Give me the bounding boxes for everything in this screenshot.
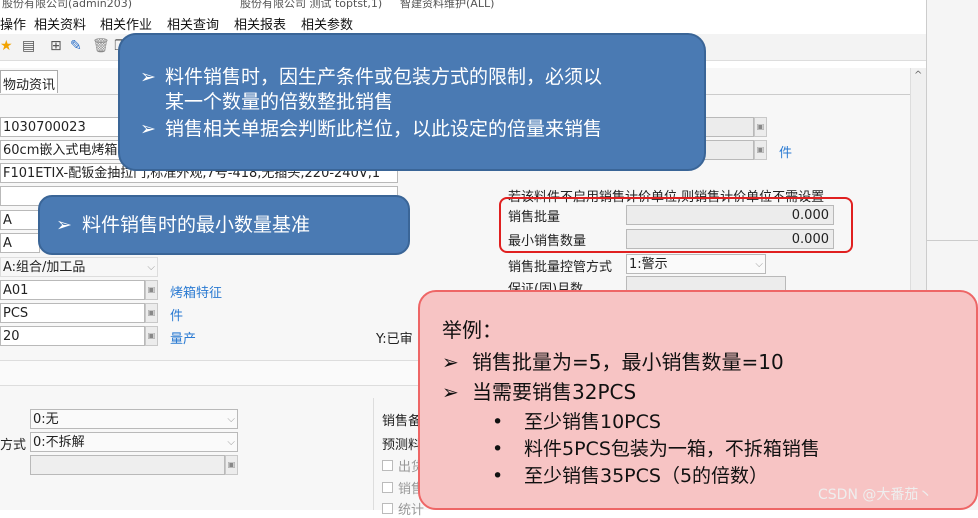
item-name-field[interactable]: 60cm嵌入式电烤箱 [0, 140, 125, 160]
chevron-down-icon: ⌵ [147, 262, 155, 273]
qty-field[interactable]: 20 [0, 326, 145, 346]
feature-code-field[interactable]: A01 [0, 280, 145, 300]
unit-field[interactable]: PCS [0, 303, 145, 323]
menu-item-related-params[interactable]: 相关参数 [301, 14, 353, 33]
window-title-mid: 股份有限公司 测试 toptst,1) [240, 0, 383, 10]
sales-checkbox[interactable] [382, 482, 393, 493]
highlight-box [499, 197, 853, 253]
add-icon[interactable]: ⊞ [50, 38, 62, 54]
delete-icon[interactable]: 🗑 [92, 38, 110, 54]
option1-value: 0:无 [33, 412, 59, 427]
menu-bar: 操作 相关资料 相关作业 相关查询 相关报表 相关参数 [0, 10, 978, 34]
window-title-right: 智建资料维护(ALL) [400, 0, 495, 10]
menu-item-related-query[interactable]: 相关查询 [167, 14, 219, 33]
side-divider [927, 240, 978, 241]
watermark: CSDN @大番茄丶 [818, 487, 933, 503]
batch-ctrl-select[interactable]: 1:警示 ⌵ [626, 254, 766, 274]
example-title: 举例： [442, 318, 502, 342]
menu-item-related-jobs[interactable]: 相关作业 [100, 14, 152, 33]
right-unit-label: 件 [779, 146, 793, 161]
code-a2-field[interactable]: A [0, 233, 40, 253]
picker-icon[interactable]: ▣ [754, 117, 767, 137]
dot-icon: • [492, 465, 504, 487]
callout-line-2: 某一个数量的倍数整批销售 [165, 91, 394, 113]
chevron-down-icon: ⌵ [227, 437, 235, 448]
bullet-icon: ➢ [140, 118, 156, 140]
bullet-icon: ➢ [442, 380, 459, 404]
item-type-select[interactable]: A:组合/加工品 ⌵ [0, 257, 158, 277]
callout-line-1: 料件销售时，因生产条件或包装方式的限制，必须以 [165, 66, 603, 88]
disabled-field [30, 455, 225, 475]
chevron-down-icon: ⌵ [755, 259, 763, 270]
status-text: Y:已审 [376, 332, 413, 347]
picker-icon[interactable]: ▣ [754, 140, 767, 160]
ship-checkbox[interactable] [382, 460, 393, 471]
bullet-icon: ➢ [442, 350, 459, 374]
menu-item-related-data[interactable]: 相关资料 [34, 14, 86, 33]
example-callout: 举例： ➢ 销售批量为=5，最小销售数量=10 ➢ 当需要销售32PCS • 至… [418, 290, 978, 510]
unit-label: 件 [170, 309, 184, 324]
callout-min-qty-text: 料件销售时的最小数量基准 [82, 214, 311, 236]
list-icon[interactable]: ▤ [22, 38, 35, 54]
split-label: 方式 [0, 438, 27, 453]
example-sub-1: 至少销售10PCS [524, 411, 661, 433]
picker-icon[interactable]: ▣ [225, 455, 238, 475]
edit-icon[interactable]: ✎ [70, 38, 82, 54]
picker-icon[interactable]: ▣ [145, 326, 158, 346]
forecast-label: 预测料 [382, 438, 422, 453]
bullet-icon: ➢ [56, 214, 72, 236]
callout-batch-description: ➢ 料件销售时，因生产条件或包装方式的限制，必须以 某一个数量的倍数整批销售 ➢… [118, 33, 706, 171]
item-no-field[interactable]: 1030700023 [0, 117, 125, 137]
picker-icon[interactable]: ▣ [145, 303, 158, 323]
tab-movement-info-label: 物动资讯 [3, 78, 56, 93]
callout-line-3: 销售相关单据会判断此栏位，以此设定的倍量来销售 [165, 118, 603, 140]
scroll-up-icon[interactable]: ^ [914, 70, 922, 81]
example-sub-2: 料件5PCS包装为一箱，不拆箱销售 [524, 438, 820, 460]
qty-label: 量产 [170, 332, 197, 347]
split-value: 0:不拆解 [33, 435, 85, 450]
chevron-down-icon: ⌵ [227, 414, 235, 425]
sales-label: 销售备 [382, 414, 422, 429]
example-line-2: 当需要销售32PCS [472, 380, 637, 404]
option1-select[interactable]: 0:无 ⌵ [30, 409, 238, 429]
star-icon[interactable]: ★ [0, 38, 13, 54]
split-select[interactable]: 0:不拆解 ⌵ [30, 432, 238, 452]
dot-icon: • [492, 438, 504, 460]
dot-icon: • [492, 411, 504, 433]
menu-item-operate[interactable]: 操作 [0, 14, 26, 33]
picker-icon[interactable]: ▣ [145, 280, 158, 300]
callout-min-qty: ➢ 料件销售时的最小数量基准 [38, 195, 410, 255]
example-line-1: 销售批量为=5，最小销售数量=10 [472, 350, 784, 374]
stats-checkbox[interactable] [382, 503, 393, 514]
example-sub-3: 至少销售35PCS（5的倍数） [524, 465, 769, 487]
window-title-bar: 股份有限公司(admin203) 股份有限公司 测试 toptst,1) 智建资… [0, 0, 978, 10]
batch-ctrl-label: 销售批量控管方式 [508, 260, 613, 275]
feature-label: 烤箱特征 [170, 286, 223, 301]
code-a1-field[interactable]: A [0, 210, 40, 230]
item-type-value: A:组合/加工品 [3, 260, 86, 275]
window-title-left: 股份有限公司(admin203) [2, 0, 133, 10]
batch-ctrl-value: 1:警示 [629, 257, 668, 272]
bullet-icon: ➢ [140, 66, 156, 88]
tab-movement-info[interactable]: 物动资讯 [0, 70, 58, 93]
menu-item-related-report[interactable]: 相关报表 [234, 14, 286, 33]
